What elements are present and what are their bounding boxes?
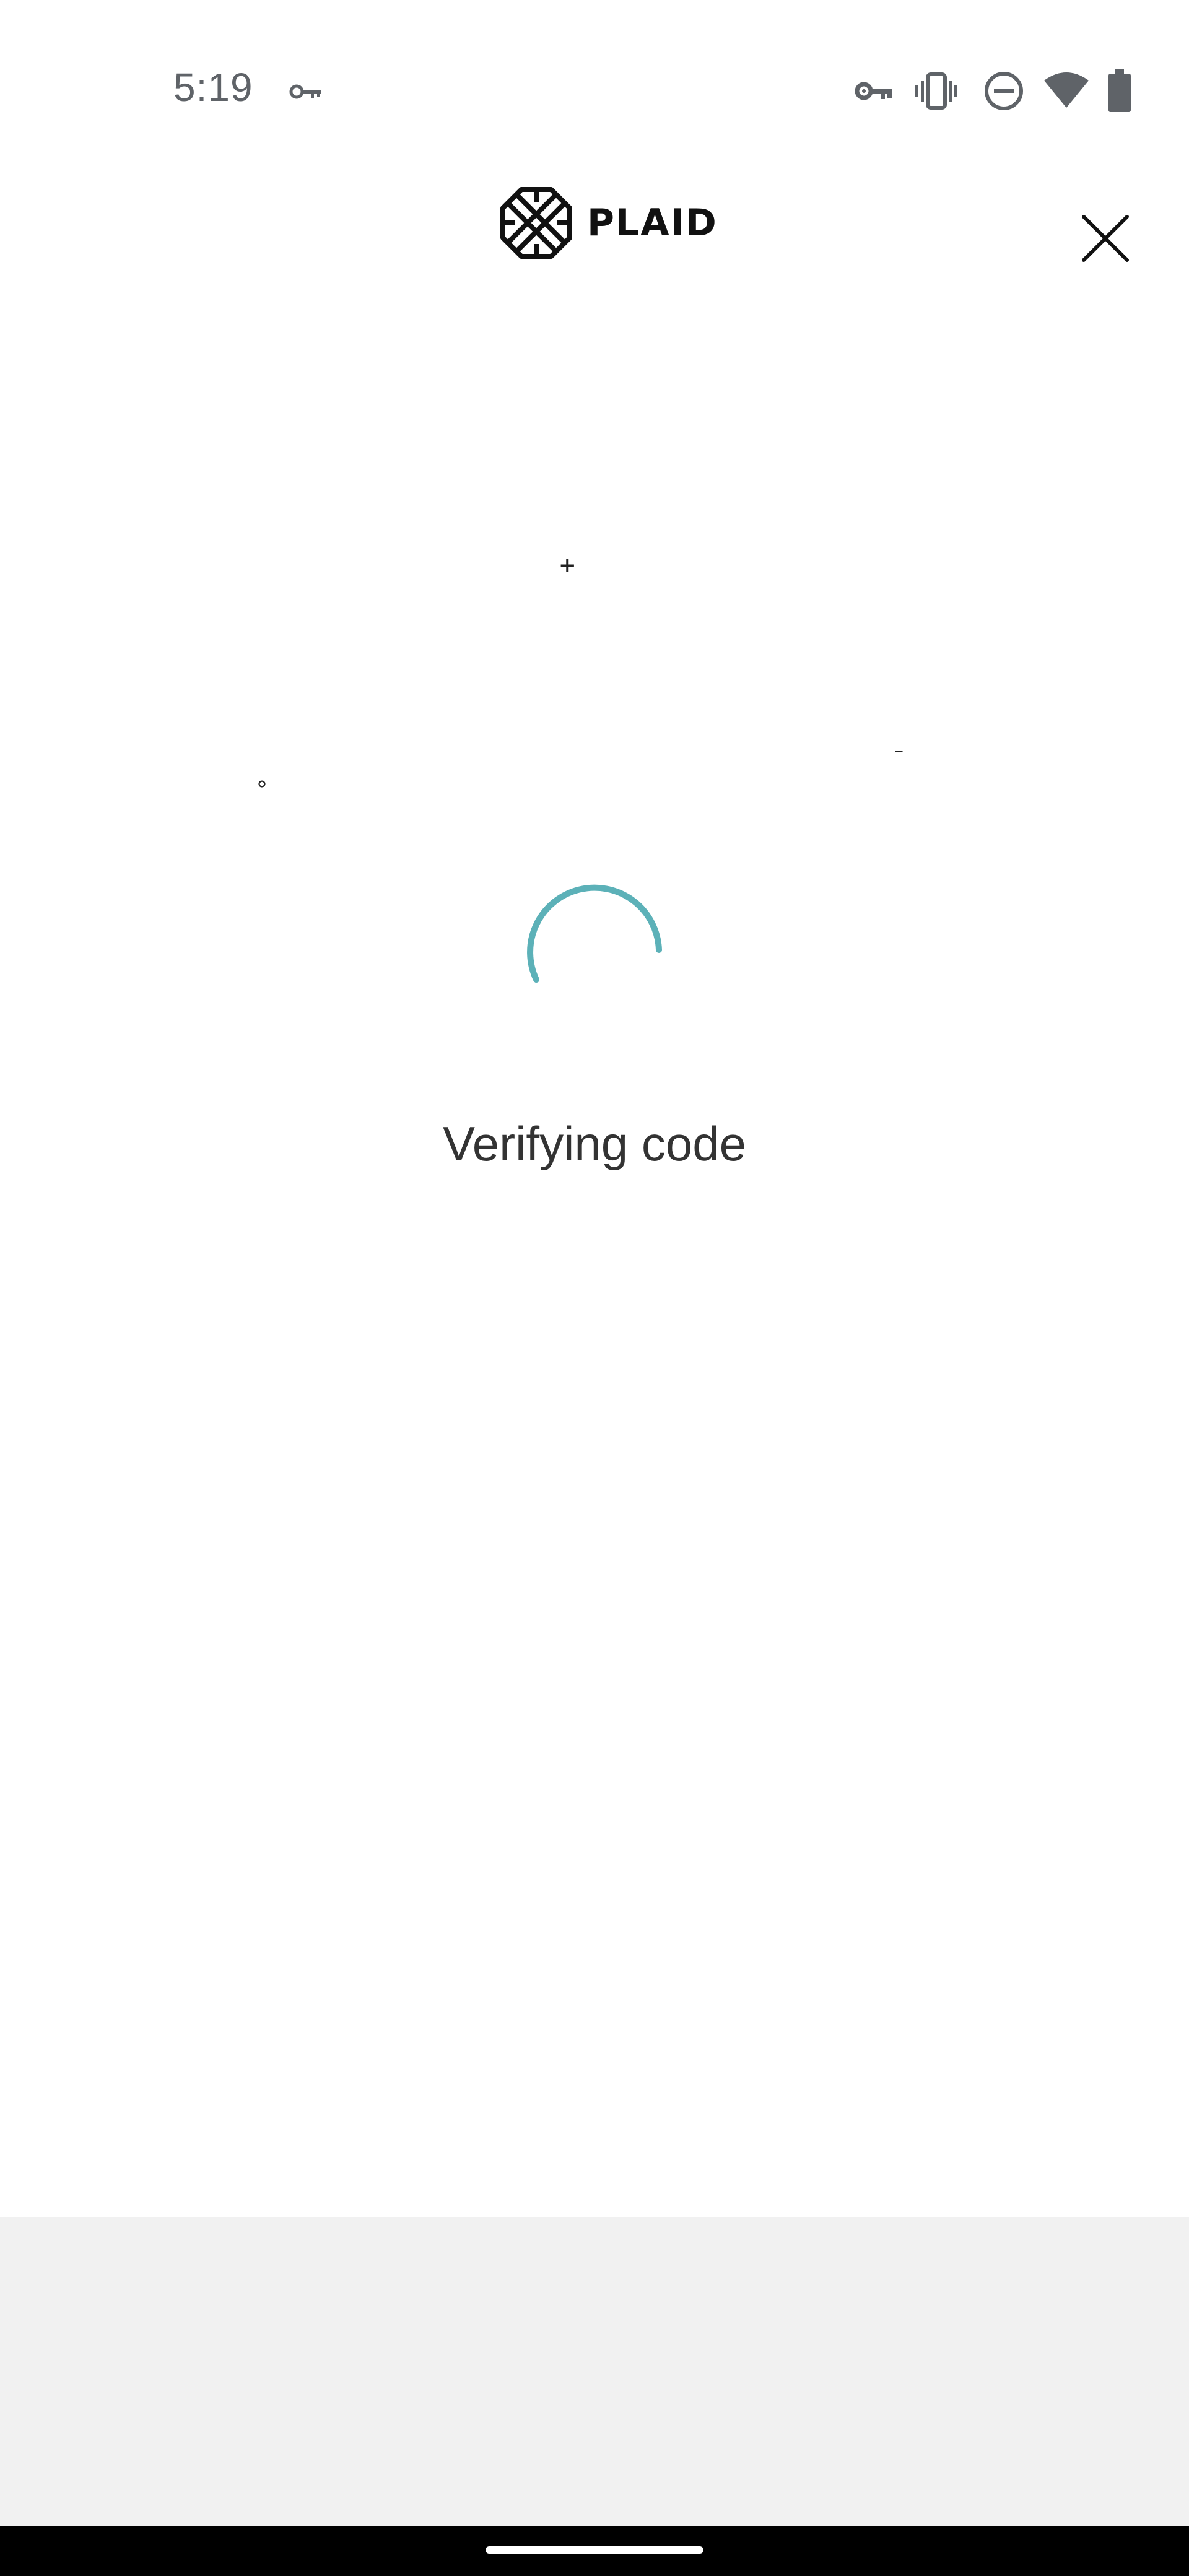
bottom-panel: [0, 2217, 1189, 2526]
system-nav-bar: [0, 2526, 1189, 2576]
vpn-key-icon: [289, 84, 321, 99]
wifi-icon: [1044, 72, 1089, 108]
plaid-logo-icon: [500, 187, 572, 259]
do-not-disturb-icon: [985, 72, 1023, 110]
artifact-dash: –: [894, 740, 904, 762]
vibrate-icon: [915, 72, 957, 110]
logo-wordmark: PLAID: [587, 201, 718, 245]
header: PLAID: [0, 142, 1189, 303]
verifying-message: Verifying code: [443, 1116, 746, 1171]
battery-icon: [1108, 69, 1131, 112]
home-indicator[interactable]: [486, 2546, 703, 2554]
loading-spinner-icon: [527, 884, 662, 983]
close-icon: [1082, 215, 1129, 262]
status-time: 5:19: [173, 65, 253, 110]
status-bar: 5:19: [0, 0, 1189, 130]
artifact-degree: °: [256, 777, 268, 803]
plaid-logo: PLAID: [500, 187, 718, 259]
vpn-key-icon: [855, 82, 892, 100]
close-button[interactable]: [1078, 211, 1133, 266]
artifact-plus: +: [559, 553, 577, 578]
